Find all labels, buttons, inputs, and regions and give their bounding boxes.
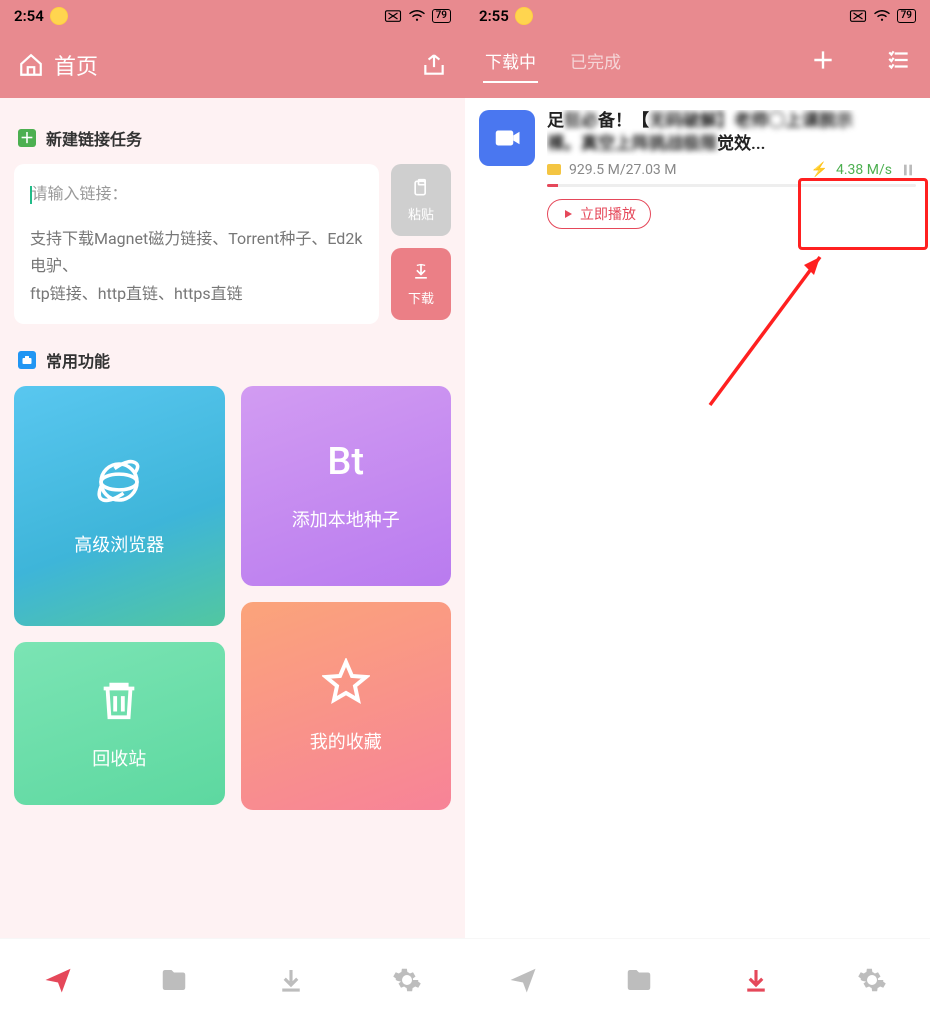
link-hint-2: ftp链接、http直链、https直链	[30, 280, 363, 307]
toolbox-icon	[18, 351, 36, 369]
star-icon	[322, 658, 370, 706]
download-nav-icon	[741, 965, 771, 995]
tasklist-icon[interactable]	[886, 47, 912, 73]
status-avatar-icon	[50, 7, 68, 25]
nav-downloads[interactable]	[276, 965, 306, 999]
new-task-label: 新建链接任务	[46, 126, 142, 150]
status-time: 2:54	[14, 7, 44, 25]
downloads-tabs: 下载中 已完成	[465, 32, 930, 98]
share-icon[interactable]	[421, 52, 447, 78]
home-content: ＋ 新建链接任务 请输入链接： 支持下载Magnet磁力链接、Torrent种子…	[0, 98, 465, 938]
download-speed: 4.38 M/s	[836, 162, 892, 178]
download-title: 足狂必备！【无码破解】老师◯上课脱示 裸。真空上阵挑战极限觉效...	[547, 110, 916, 156]
add-icon[interactable]	[810, 47, 836, 73]
status-time: 2:55	[479, 7, 509, 25]
bottom-nav-right	[465, 938, 930, 1024]
download-size: 929.5 M/27.03 M	[569, 162, 677, 178]
tab-downloading[interactable]: 下载中	[483, 42, 538, 79]
nav-settings[interactable]	[392, 965, 422, 999]
play-now-button[interactable]: 立即播放	[547, 199, 651, 229]
annotation-arrow	[700, 245, 840, 415]
features-label: 常用功能	[46, 348, 110, 372]
download-icon	[411, 262, 431, 282]
recycle-card[interactable]: 回收站	[14, 642, 225, 805]
no-sim-icon	[849, 9, 867, 23]
folder-icon	[624, 965, 654, 995]
pause-icon[interactable]	[900, 162, 916, 178]
wifi-icon	[873, 9, 891, 23]
paper-plane-icon	[43, 965, 73, 995]
play-icon	[562, 208, 574, 220]
left-phone-screen: 2:54 79 首页 ＋ 新建链接任务 请输入链接： 支持下载Magnet磁力链…	[0, 0, 465, 1024]
ie-icon	[92, 455, 146, 509]
link-hint-1: 支持下载Magnet磁力链接、Torrent种子、Ed2k电驴、	[30, 225, 363, 279]
bolt-icon: ⚡	[811, 162, 828, 178]
trash-icon	[96, 677, 142, 723]
folder-mini-icon	[547, 164, 561, 175]
video-thumb	[479, 110, 535, 166]
status-bar-right: 2:55 79	[465, 0, 930, 32]
battery-indicator: 79	[897, 9, 916, 23]
bt-card[interactable]: Bt 添加本地种子	[241, 386, 452, 586]
download-nav-icon	[276, 965, 306, 995]
new-task-header: ＋ 新建链接任务	[18, 126, 447, 150]
folder-icon	[159, 965, 189, 995]
home-icon[interactable]	[18, 52, 44, 78]
favorites-card[interactable]: 我的收藏	[241, 602, 452, 810]
page-title: 首页	[54, 49, 98, 81]
battery-indicator: 79	[432, 9, 451, 23]
nav-settings[interactable]	[857, 965, 887, 999]
nav-send[interactable]	[43, 965, 73, 999]
nav-send[interactable]	[508, 965, 538, 999]
status-avatar-icon	[515, 7, 533, 25]
video-icon	[492, 123, 522, 153]
tab-completed[interactable]: 已完成	[568, 42, 623, 79]
bottom-nav	[0, 938, 465, 1024]
browser-card[interactable]: 高级浏览器	[14, 386, 225, 626]
clipboard-icon	[411, 178, 431, 198]
nav-files[interactable]	[159, 965, 189, 999]
no-sim-icon	[384, 9, 402, 23]
paste-button[interactable]: 粘贴	[391, 164, 451, 236]
link-input[interactable]: 请输入链接： 支持下载Magnet磁力链接、Torrent种子、Ed2k电驴、 …	[14, 164, 379, 324]
app-header: 首页	[0, 32, 465, 98]
gear-icon	[392, 965, 422, 995]
annotation-highlight	[798, 178, 928, 250]
status-bar: 2:54 79	[0, 0, 465, 32]
right-phone-screen: 2:55 79 下载中 已完成 足狂必备！【无码破解】老师◯上课脱示 裸。真空上…	[465, 0, 930, 1024]
bt-text-icon: Bt	[327, 440, 364, 484]
nav-files[interactable]	[624, 965, 654, 999]
gear-icon	[857, 965, 887, 995]
link-placeholder: 请输入链接：	[32, 184, 128, 203]
paper-plane-icon	[508, 965, 538, 995]
features-header: 常用功能	[18, 348, 447, 372]
download-button[interactable]: 下载	[391, 248, 451, 320]
plus-icon: ＋	[18, 129, 36, 147]
wifi-icon	[408, 9, 426, 23]
nav-downloads[interactable]	[741, 965, 771, 999]
